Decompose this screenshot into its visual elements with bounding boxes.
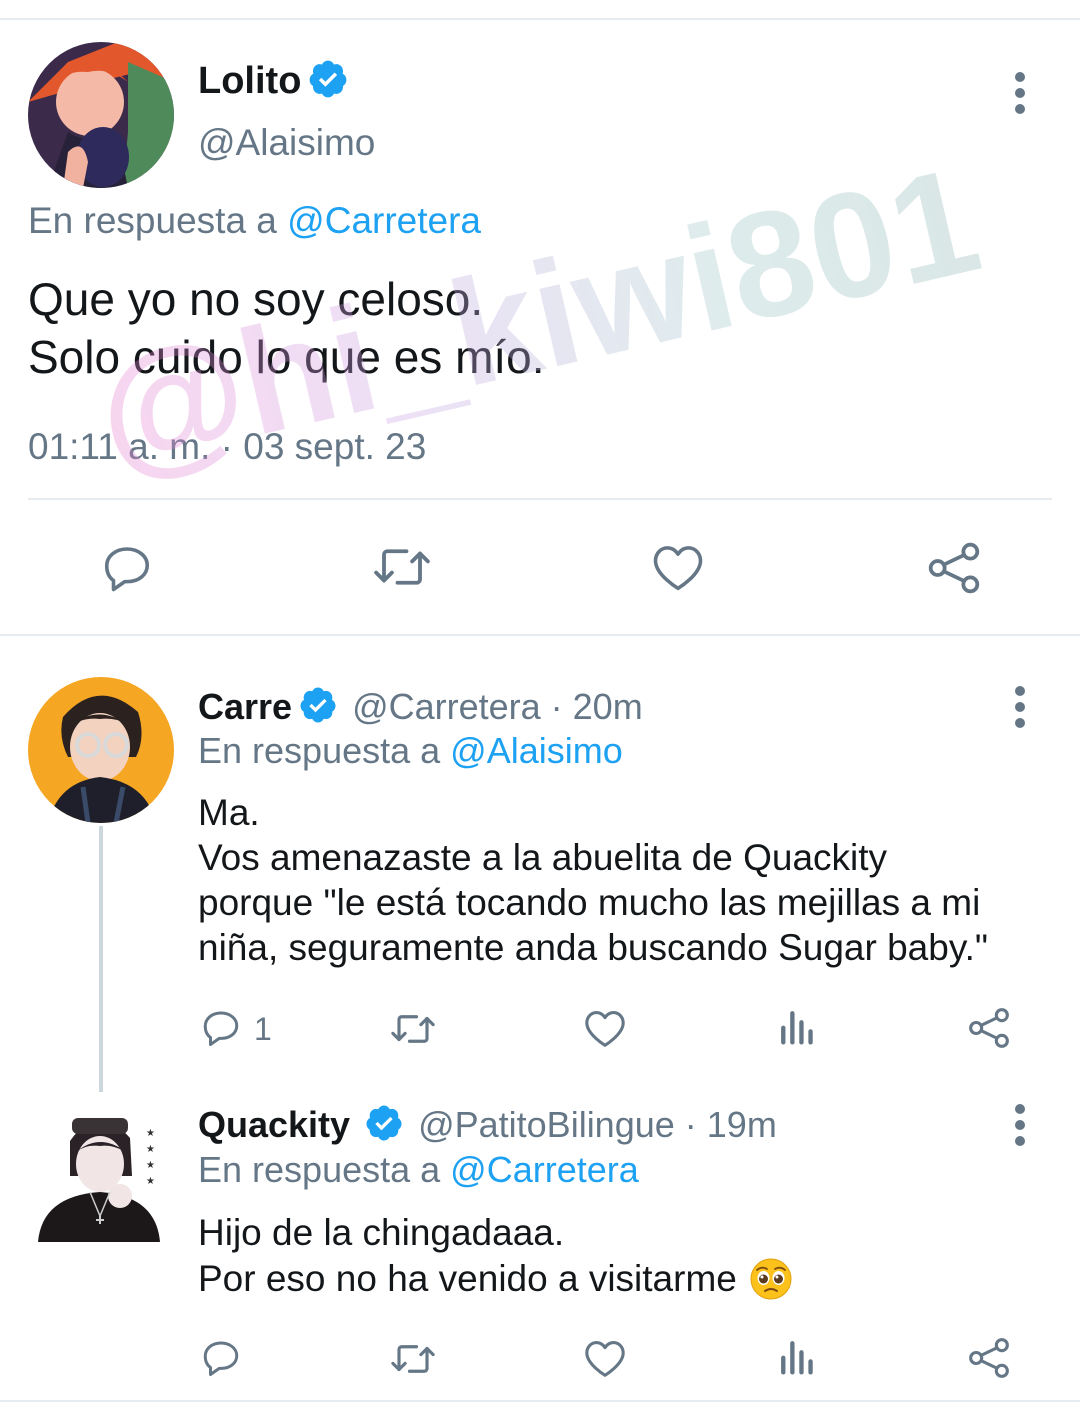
like-icon[interactable]: [583, 1338, 627, 1378]
verified-badge-icon: [307, 58, 349, 105]
tweet-text-line: Que yo no soy celoso.: [28, 273, 484, 325]
reply-text-line: Hijo de la chingadaaa.: [198, 1212, 565, 1253]
retweet-icon[interactable]: [388, 1008, 438, 1050]
action-divider: [28, 498, 1052, 500]
reply-context: En respuesta a @Carretera: [28, 200, 481, 242]
retweet-icon[interactable]: [370, 540, 434, 594]
pleading-face-emoji: [749, 1257, 793, 1301]
like-icon[interactable]: [583, 1008, 627, 1048]
reply-button[interactable]: 1: [200, 1006, 272, 1053]
bottom-divider: [0, 1400, 1080, 1402]
share-icon[interactable]: [967, 1336, 1011, 1380]
avatar-lolito[interactable]: [28, 42, 174, 188]
reply-text: Hijo de la chingadaaa. Por eso no ha ven…: [198, 1210, 793, 1302]
section-divider: [0, 634, 1080, 636]
reply-time[interactable]: · 19m: [685, 1104, 777, 1146]
verified-badge-icon: [364, 1103, 404, 1148]
svg-text:★: ★: [146, 1128, 155, 1139]
svg-text:★: ★: [146, 1176, 155, 1187]
reply-time[interactable]: · 20m: [551, 686, 643, 728]
reply-icon[interactable]: [200, 1336, 242, 1378]
reply-to-link[interactable]: @Carretera: [450, 1149, 639, 1190]
top-divider: [0, 18, 1080, 20]
retweet-icon[interactable]: [388, 1338, 438, 1380]
avatar-quackity[interactable]: ★ ★ ★ ★: [28, 1096, 174, 1242]
svg-text:★: ★: [146, 1144, 155, 1155]
reply-author-handle[interactable]: @PatitoBilingue: [418, 1104, 675, 1146]
reply-icon: [200, 1006, 242, 1053]
analytics-icon[interactable]: [777, 1006, 815, 1046]
more-options-icon[interactable]: [1015, 686, 1029, 734]
analytics-icon[interactable]: [777, 1336, 815, 1376]
reply-author-name[interactable]: Quackity: [198, 1104, 350, 1146]
reply-context: En respuesta a @Alaisimo: [198, 730, 623, 772]
reply-text-line: Por eso no ha venido a visitarme: [198, 1258, 737, 1299]
author-handle[interactable]: @Alaisimo: [198, 122, 375, 164]
reply-text: Ma. Vos amenazaste a la abuelita de Quac…: [198, 792, 989, 968]
reply-context: En respuesta a @Carretera: [198, 1149, 639, 1191]
thread-connector-line: [99, 826, 103, 1092]
share-icon[interactable]: [926, 540, 982, 596]
reply-author-handle[interactable]: @Carretera: [352, 686, 541, 728]
more-options-icon[interactable]: [1015, 72, 1029, 120]
avatar-carre[interactable]: [28, 677, 174, 823]
author-row: Lolito: [198, 58, 349, 104]
tweet-text-line: Solo cuido lo que es mío.: [28, 331, 545, 383]
reply-count: 1: [254, 1011, 272, 1047]
reply-author-row: Quackity @PatitoBilingue · 19m: [198, 1102, 777, 1148]
reply-to-link[interactable]: @Alaisimo: [450, 730, 623, 771]
reply-author-row: Carre @Carretera · 20m: [198, 684, 643, 730]
share-icon[interactable]: [967, 1006, 1011, 1050]
verified-badge-icon: [298, 685, 338, 730]
tweet-timestamp[interactable]: 01:11 a. m. · 03 sept. 23: [28, 426, 426, 468]
svg-text:★: ★: [146, 1160, 155, 1171]
reply-prefix: En respuesta a: [198, 730, 441, 771]
author-name[interactable]: Lolito: [198, 60, 301, 103]
like-icon[interactable]: [651, 542, 705, 592]
reply-to-link[interactable]: @Carretera: [287, 200, 481, 241]
more-options-icon[interactable]: [1015, 1104, 1029, 1152]
reply-prefix: En respuesta a: [198, 1149, 441, 1190]
tweet-body: Que yo no soy celoso. Solo cuido lo que …: [28, 270, 545, 386]
reply-icon[interactable]: [100, 540, 154, 594]
reply-author-name[interactable]: Carre: [198, 686, 292, 728]
reply-prefix: En respuesta a: [28, 200, 277, 241]
